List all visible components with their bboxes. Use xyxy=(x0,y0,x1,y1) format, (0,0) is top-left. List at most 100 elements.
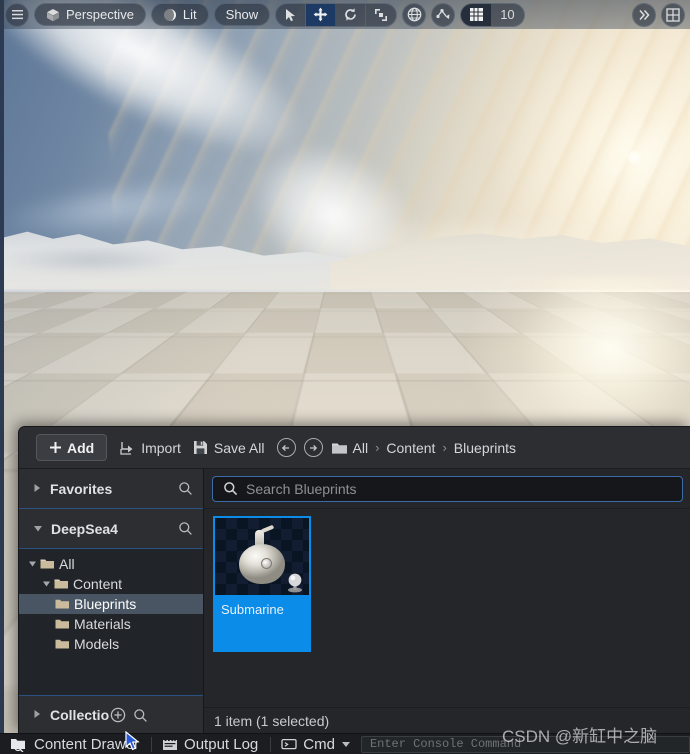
chevron-right-icon xyxy=(33,706,42,724)
search-icon xyxy=(133,708,148,723)
output-log-button[interactable]: Output Log xyxy=(152,734,270,754)
move-tool-button[interactable] xyxy=(306,4,336,26)
scale-icon xyxy=(374,8,388,22)
content-drawer-panel: Add Import Save All xyxy=(18,426,690,733)
folder-icon xyxy=(55,638,70,650)
chevron-down-icon[interactable] xyxy=(39,580,54,588)
unreal-editor-window: Perspective Lit Show xyxy=(0,0,690,754)
tree-item-models[interactable]: Models xyxy=(19,634,203,654)
tree-item-all[interactable]: All xyxy=(19,554,203,574)
folder-icon xyxy=(331,441,348,455)
cube-icon xyxy=(46,8,60,22)
collections-search-button[interactable] xyxy=(133,708,148,723)
grid-snap-value[interactable]: 10 xyxy=(491,4,523,26)
console-command-input[interactable]: Enter Console Command xyxy=(361,736,690,753)
tree-item-materials[interactable]: Materials xyxy=(19,614,203,634)
asset-tile-grid[interactable]: Submarine xyxy=(204,509,690,707)
nav-back-button[interactable] xyxy=(277,438,296,457)
toolbar-overflow-button[interactable] xyxy=(632,3,656,27)
grid-snap-toggle[interactable] xyxy=(461,4,491,26)
favorites-search-button[interactable] xyxy=(178,481,193,496)
lighting-mode-button[interactable]: Lit xyxy=(151,3,209,26)
sidebar-section-deepsea4[interactable]: DeepSea4 xyxy=(19,509,203,549)
viewport-layout-button[interactable] xyxy=(661,3,685,27)
coordinate-system-button[interactable] xyxy=(402,3,426,27)
chevron-down-icon xyxy=(33,520,43,538)
lighting-mode-label: Lit xyxy=(183,7,197,22)
rotate-tool-button[interactable] xyxy=(336,4,366,26)
sidebar-section-deepsea4-label: DeepSea4 xyxy=(51,521,178,537)
arrow-right-circle-icon xyxy=(307,442,319,454)
viewport-menu-button[interactable] xyxy=(5,3,29,27)
show-menu-button[interactable]: Show xyxy=(214,3,271,26)
blueprint-sphere-icon xyxy=(284,571,306,593)
folder-open-icon xyxy=(40,558,55,570)
grid-icon xyxy=(469,7,484,22)
surface-snap-button[interactable] xyxy=(431,3,455,27)
scale-tool-button[interactable] xyxy=(366,4,396,26)
breadcrumb-item-blueprints[interactable]: Blueprints xyxy=(454,440,516,456)
tree-item-content-label: Content xyxy=(73,576,122,592)
add-collection-button[interactable] xyxy=(110,707,126,723)
asset-label-area: Submarine xyxy=(213,597,311,652)
cmd-button[interactable]: Cmd xyxy=(271,734,355,754)
import-button[interactable]: Import xyxy=(119,434,181,461)
breadcrumb-item-all[interactable]: All xyxy=(353,440,369,456)
folder-open-icon xyxy=(54,578,69,590)
sidebar-section-collections[interactable]: Collectio xyxy=(19,696,203,733)
asset-name: Submarine xyxy=(221,602,284,617)
plus-circle-icon xyxy=(110,707,126,723)
show-menu-label: Show xyxy=(226,7,259,22)
deepsea4-search-button[interactable] xyxy=(178,521,193,536)
search-icon xyxy=(178,481,193,496)
asset-browser: Search Blueprints xyxy=(204,469,690,733)
chevron-double-right-icon xyxy=(637,9,651,21)
tree-item-models-label: Models xyxy=(74,636,119,652)
asset-folder-tree: All Content xyxy=(19,549,203,696)
search-icon xyxy=(178,521,193,536)
mountain-shadow xyxy=(0,240,260,290)
view-mode-button[interactable]: Perspective xyxy=(34,3,146,26)
breadcrumb-item-content[interactable]: Content xyxy=(386,440,435,456)
import-button-label: Import xyxy=(141,440,181,456)
surface-snap-icon xyxy=(436,7,451,22)
content-sidebar: Favorites DeepSea4 xyxy=(19,469,204,733)
transform-tool-group xyxy=(275,3,397,27)
hamburger-icon xyxy=(11,9,24,20)
select-tool-button[interactable] xyxy=(276,4,306,26)
viewport-layout-icon xyxy=(666,8,680,22)
search-placeholder: Search Blueprints xyxy=(246,481,357,497)
sidebar-section-favorites[interactable]: Favorites xyxy=(19,469,203,509)
content-drawer-button[interactable]: Content Drawer xyxy=(0,734,151,754)
tree-item-all-label: All xyxy=(59,556,75,572)
tree-item-blueprints[interactable]: Blueprints xyxy=(19,594,203,614)
sphere-lit-icon xyxy=(163,8,177,22)
viewport-left-edge xyxy=(0,0,4,733)
view-mode-label: Perspective xyxy=(66,7,134,22)
search-input[interactable]: Search Blueprints xyxy=(212,476,683,502)
arrow-left-circle-icon xyxy=(280,442,292,454)
folder-icon xyxy=(55,598,70,610)
breadcrumb-separator-2: › xyxy=(442,440,446,455)
sun-disc xyxy=(627,148,642,167)
save-icon xyxy=(193,440,208,455)
output-log-icon xyxy=(162,737,178,751)
content-drawer-body: Favorites DeepSea4 xyxy=(19,469,690,733)
grid-snap-group: 10 xyxy=(460,3,524,27)
asset-thumbnail xyxy=(213,516,311,597)
tree-item-content[interactable]: Content xyxy=(19,574,203,594)
add-button[interactable]: Add xyxy=(36,434,107,461)
tree-item-blueprints-label: Blueprints xyxy=(74,596,136,612)
nav-forward-button[interactable] xyxy=(304,438,323,457)
rotate-icon xyxy=(343,7,358,22)
console-placeholder: Enter Console Command xyxy=(370,737,521,751)
chevron-down-icon[interactable] xyxy=(25,560,40,568)
save-all-button[interactable]: Save All xyxy=(193,434,265,461)
add-button-label: Add xyxy=(67,440,94,456)
asset-search-row: Search Blueprints xyxy=(204,469,690,509)
chevron-down-icon[interactable] xyxy=(341,740,351,748)
viewport-toolbar: Perspective Lit Show xyxy=(0,0,690,29)
cursor-arrow-icon xyxy=(284,8,297,22)
asset-tile-submarine[interactable]: Submarine xyxy=(213,516,311,652)
globe-icon xyxy=(407,7,422,22)
